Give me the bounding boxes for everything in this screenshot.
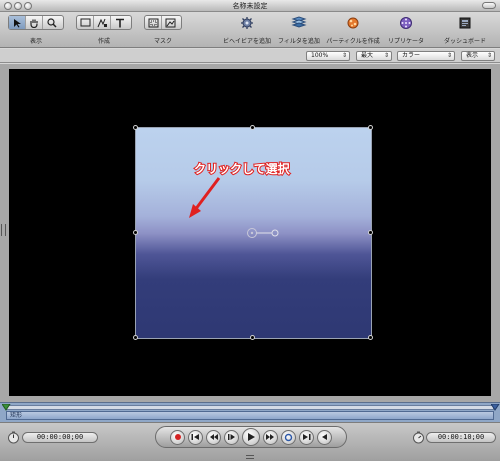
dashboard-label: ダッシュボード (443, 38, 486, 45)
annotation-arrow-icon (189, 177, 221, 218)
canvas[interactable]: クリックして選択 (9, 69, 491, 396)
gear-icon (241, 16, 253, 29)
canvas-status-bar: 100% ⇕ 最大 ⇕ カラー ⇕ 表示 ⇕ (0, 49, 500, 63)
view-group-label: 表示 (29, 38, 42, 45)
bezier-tool-button[interactable] (94, 16, 111, 29)
play-button[interactable] (242, 428, 260, 446)
rectangle-mask-button[interactable] (145, 16, 162, 29)
channel-popup[interactable]: カラー ⇕ (397, 51, 455, 61)
resize-handle-bottom[interactable] (250, 335, 255, 340)
timeline-ruler[interactable] (6, 405, 494, 410)
dashboard-icon (459, 17, 471, 28)
go-to-end-button[interactable] (299, 429, 314, 445)
resize-grip-icon[interactable] (246, 455, 254, 459)
view-options-popup[interactable]: 表示 ⇕ (461, 51, 495, 61)
text-tool-button[interactable] (111, 16, 128, 29)
rectangle-tool-button[interactable] (77, 16, 94, 29)
text-t-icon (115, 18, 124, 27)
mask-rectangle-icon (148, 18, 158, 27)
hand-icon (30, 19, 38, 28)
select-tool-button[interactable] (9, 16, 26, 29)
window-title: 名称未設定 (232, 2, 268, 10)
step-back-icon (210, 434, 218, 440)
toolbar-toggle-button[interactable] (482, 2, 496, 9)
zoom-level-value: 100% (311, 52, 329, 59)
resize-handle-right[interactable] (368, 230, 373, 235)
resize-handle-left[interactable] (133, 230, 138, 235)
create-particles-label: パーティクルを作成 (326, 38, 380, 45)
next-frame-button[interactable] (263, 429, 278, 445)
play-backward-icon (228, 434, 235, 440)
mask-tools-group (144, 15, 182, 30)
image-mask-icon (165, 18, 176, 27)
resolution-value: 最大 (361, 52, 374, 59)
go-to-start-button[interactable] (188, 429, 203, 445)
resize-handle-top-left[interactable] (133, 125, 138, 130)
audio-toggle-button[interactable] (317, 429, 332, 445)
resolution-popup[interactable]: 最大 ⇕ (356, 51, 392, 61)
create-tools-group (76, 15, 132, 30)
title-bar: 名称未設定 (0, 0, 500, 12)
create-particles-tool[interactable]: パーティクルを作成 (326, 15, 380, 45)
current-timecode-field[interactable]: 00:00:00;00 (22, 432, 98, 443)
canvas-frame: クリックして選択 (0, 64, 500, 402)
replicator-icon (400, 16, 412, 29)
pen-icon (97, 18, 107, 27)
view-tools-group (8, 15, 64, 30)
duration-timecode-field[interactable]: 00:00:10;00 (426, 432, 496, 443)
step-forward-icon (266, 434, 274, 440)
record-icon (174, 434, 181, 440)
zoom-tool-button[interactable] (43, 16, 60, 29)
mini-timeline: 矩形 (0, 402, 500, 422)
chevron-updown-icon: ⇕ (383, 52, 389, 59)
stop-button[interactable] (224, 429, 239, 445)
arrow-cursor-icon (13, 18, 21, 27)
add-behavior-tool[interactable]: ビヘイビアを追加 (222, 15, 272, 45)
zoom-level-popup[interactable]: 100% ⇕ (306, 51, 350, 61)
replicator-tool[interactable]: リプリケータ (383, 15, 429, 45)
rewind-icon (322, 434, 327, 440)
resize-handle-top-right[interactable] (368, 125, 373, 130)
magnifier-icon (46, 17, 57, 28)
mask-group-label: マスク (153, 38, 172, 45)
add-behavior-label: ビヘイビアを追加 (222, 38, 271, 45)
skip-to-end-icon (303, 434, 311, 440)
anchor-rotation-handle[interactable] (246, 227, 282, 239)
replicator-label: リプリケータ (387, 38, 424, 45)
chevron-updown-icon: ⇕ (446, 52, 452, 59)
resize-handle-bottom-right[interactable] (368, 335, 373, 340)
play-icon (248, 433, 255, 441)
create-group-label: 作成 (97, 38, 110, 45)
chevron-updown-icon: ⇕ (486, 52, 492, 59)
image-mask-button[interactable] (162, 16, 179, 29)
particles-icon (347, 17, 359, 28)
timeline-layer-bar[interactable]: 矩形 (6, 411, 494, 420)
filter-icon (291, 15, 307, 28)
sidebar-splitter[interactable] (1, 224, 6, 236)
resize-handle-bottom-left[interactable] (133, 335, 138, 340)
timeline-layer-label: 矩形 (10, 412, 23, 419)
channel-value: カラー (402, 52, 421, 59)
previous-frame-button[interactable] (206, 429, 221, 445)
loop-button[interactable] (281, 429, 296, 445)
resize-handle-top[interactable] (250, 125, 255, 130)
add-filter-label: フィルタを追加 (278, 38, 320, 45)
pan-tool-button[interactable] (26, 16, 43, 29)
record-button[interactable] (170, 429, 185, 445)
view-options-value: 表示 (466, 52, 479, 59)
add-filter-tool[interactable]: フィルタを追加 (275, 15, 323, 45)
playback-controls (155, 426, 347, 448)
rectangle-icon (80, 18, 90, 27)
loop-icon (284, 433, 293, 441)
toolbar: 表示 作成 マスク ビヘイビアを追加 フィルタを追加 パーティクルを作成 リプリ… (0, 12, 500, 48)
skip-to-start-icon (191, 434, 199, 440)
dashboard-tool[interactable]: ダッシュボード (437, 15, 493, 45)
transport-bar: 00:00:00;00 00:00:10;00 (0, 422, 500, 461)
chevron-updown-icon: ⇕ (341, 52, 347, 59)
duration-stopwatch-icon[interactable] (412, 431, 425, 444)
stopwatch-icon[interactable] (7, 431, 20, 444)
